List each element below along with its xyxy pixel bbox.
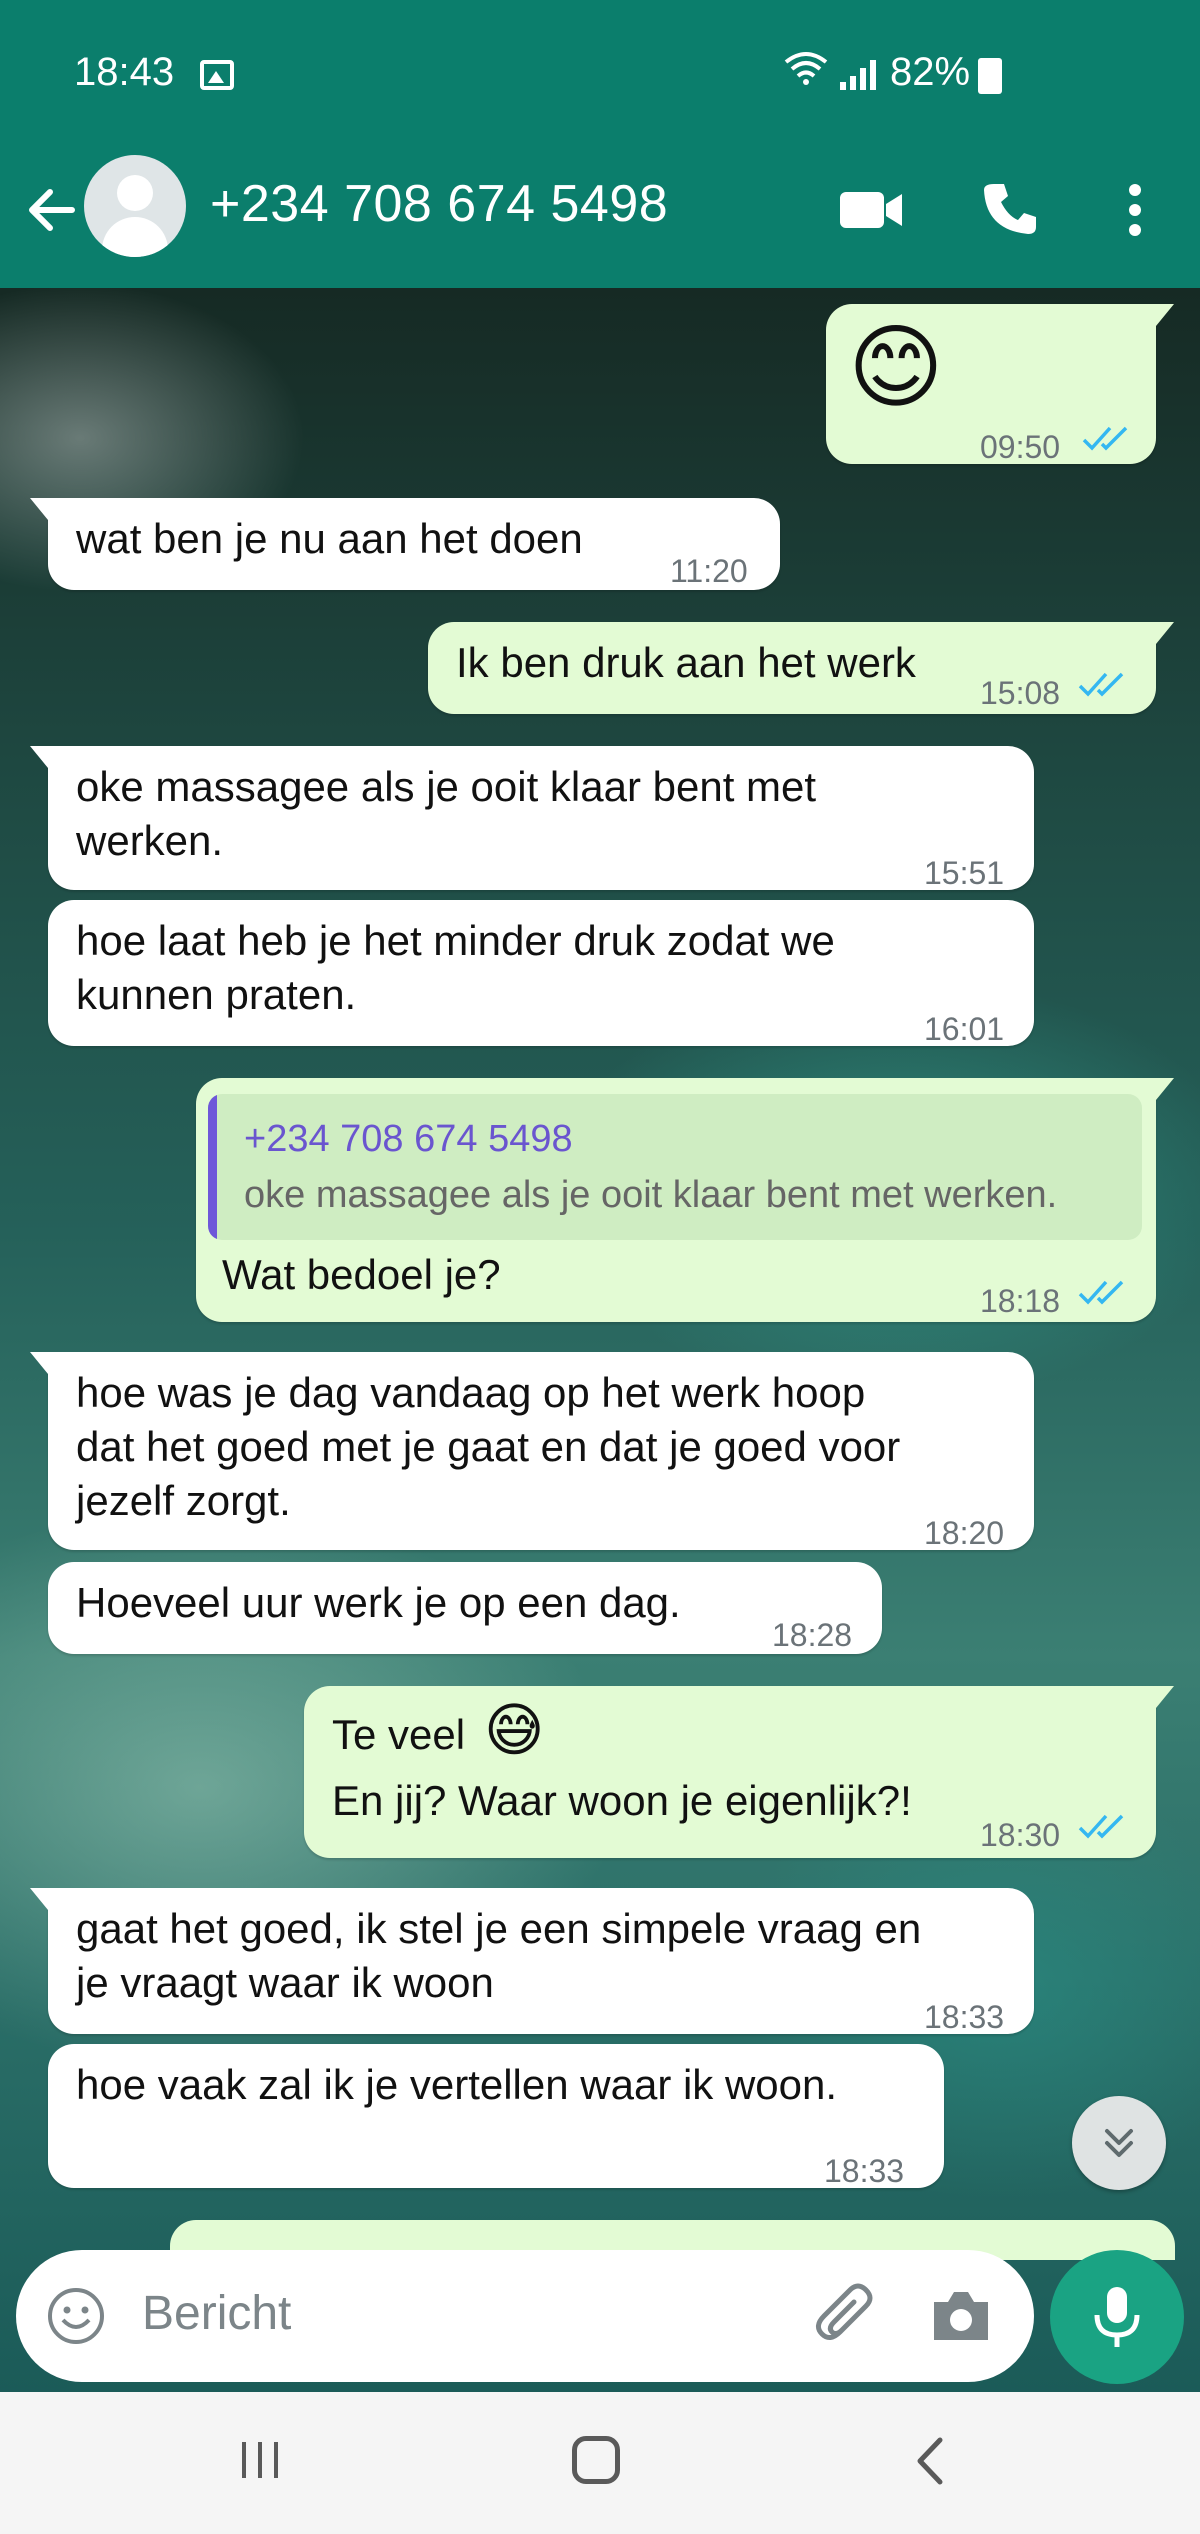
signal-icon (840, 58, 876, 90)
message-text: gaat het goed, ik stel je een simpele vr… (76, 1905, 922, 2006)
message-text: wat ben je nu aan het doen (76, 515, 583, 562)
message-bubble[interactable]: hoe vaak zal ik je vertellen waar ik woo… (48, 2044, 944, 2189)
emoji-icon[interactable] (46, 2286, 106, 2346)
read-ticks-icon (1082, 426, 1128, 451)
scroll-to-bottom-button[interactable] (1072, 2096, 1166, 2190)
status-bar: 18:43 82% (0, 0, 1200, 150)
message-bubble[interactable]: Hoeveel uur werk je op een dag. 18:28 (48, 1562, 882, 1654)
quoted-message[interactable]: +234 708 674 5498 oke massagee als je oo… (208, 1094, 1142, 1240)
wifi-icon (782, 50, 830, 95)
read-ticks-icon (1078, 1280, 1124, 1305)
attach-icon[interactable] (812, 2280, 882, 2350)
reply-message-bubble[interactable]: +234 708 674 5498 oke massagee als je oo… (196, 1078, 1174, 1322)
phone-call-icon[interactable] (982, 180, 1038, 236)
message-time: 15:08 (980, 675, 1061, 711)
message-time: 09:50 (980, 429, 1061, 465)
back-icon[interactable] (910, 2436, 950, 2486)
mic-icon (1094, 2287, 1140, 2347)
quote-accent-bar (208, 1094, 217, 1240)
double-chevron-down-icon (1105, 2129, 1133, 2157)
home-icon[interactable] (572, 2436, 620, 2484)
message-text: 😊 (848, 317, 944, 419)
voice-message-button[interactable] (1050, 2250, 1184, 2384)
quoted-sender: +234 708 674 5498 (244, 1118, 573, 1160)
recent-apps-icon[interactable] (238, 2440, 282, 2480)
read-ticks-icon (1078, 672, 1124, 697)
message-text: hoe laat heb je het minder druk zodat we… (76, 917, 835, 1018)
status-time: 18:43 (74, 50, 175, 94)
message-time: 18:33 (924, 1999, 1005, 2035)
message-bubble[interactable]: Ik ben druk aan het werk 15:08 (428, 622, 1174, 714)
app-bar: +234 708 674 5498 (0, 150, 1200, 288)
message-bubble[interactable]: 😊 09:50 (826, 304, 1174, 465)
message-time: 18:28 (772, 1617, 853, 1653)
message-text: Hoeveel uur werk je op een dag. (76, 1579, 681, 1626)
video-call-icon[interactable] (840, 190, 904, 230)
message-time: 15:51 (924, 855, 1005, 891)
chat-area[interactable]: 😊 09:50 wat ben je nu aan het doen 11:20… (0, 288, 1200, 2392)
default-avatar-icon[interactable] (84, 155, 186, 257)
message-time: 18:30 (980, 1817, 1061, 1853)
message-bubble[interactable]: Te veel 😅 En jij? Waar woon je eigenlijk… (304, 1686, 1174, 1858)
message-bubble[interactable]: gaat het goed, ik stel je een simpele vr… (30, 1888, 1034, 2035)
message-bubble[interactable]: hoe was je dag vandaag op het werk hoop … (30, 1352, 1034, 1551)
message-input-bar[interactable]: Bericht (16, 2250, 1034, 2382)
message-text-line1: Te veel (332, 1711, 466, 1758)
message-bubble[interactable]: hoe laat heb je het minder druk zodat we… (48, 900, 1034, 1047)
camera-icon[interactable] (930, 2288, 992, 2344)
message-bubble[interactable]: wat ben je nu aan het doen 11:20 (30, 498, 780, 590)
more-options-icon[interactable] (1120, 180, 1150, 240)
quoted-text: oke massagee als je ooit klaar bent met … (244, 1174, 1058, 1216)
message-text: hoe was je dag vandaag op het werk hoop … (76, 1369, 901, 1524)
message-time: 18:33 (824, 2153, 905, 2189)
battery-icon (978, 58, 1002, 94)
message-input[interactable]: Bericht (142, 2286, 291, 2341)
sweat-smile-emoji: 😅 (484, 1698, 545, 1763)
image-icon (200, 60, 234, 90)
message-text: Ik ben druk aan het werk (456, 639, 916, 686)
message-time: 18:18 (980, 1283, 1061, 1319)
message-text: Wat bedoel je? (222, 1251, 501, 1298)
message-time: 16:01 (924, 1011, 1005, 1047)
chat-header: 18:43 82% +234 708 674 5498 (0, 0, 1200, 288)
message-text: oke massagee als je ooit klaar bent met … (76, 763, 817, 864)
system-navigation-bar (0, 2392, 1200, 2534)
message-time: 18:20 (924, 1515, 1005, 1551)
read-ticks-icon (1078, 1814, 1124, 1839)
back-arrow-icon[interactable] (22, 180, 82, 240)
battery-level: 82% (890, 50, 971, 94)
message-bubble[interactable]: oke massagee als je ooit klaar bent met … (30, 746, 1034, 891)
message-text: hoe vaak zal ik je vertellen waar ik woo… (76, 2061, 838, 2108)
message-text-line2: En jij? Waar woon je eigenlijk?! (332, 1777, 912, 1824)
message-time: 11:20 (670, 553, 748, 589)
contact-name[interactable]: +234 708 674 5498 (210, 174, 668, 234)
